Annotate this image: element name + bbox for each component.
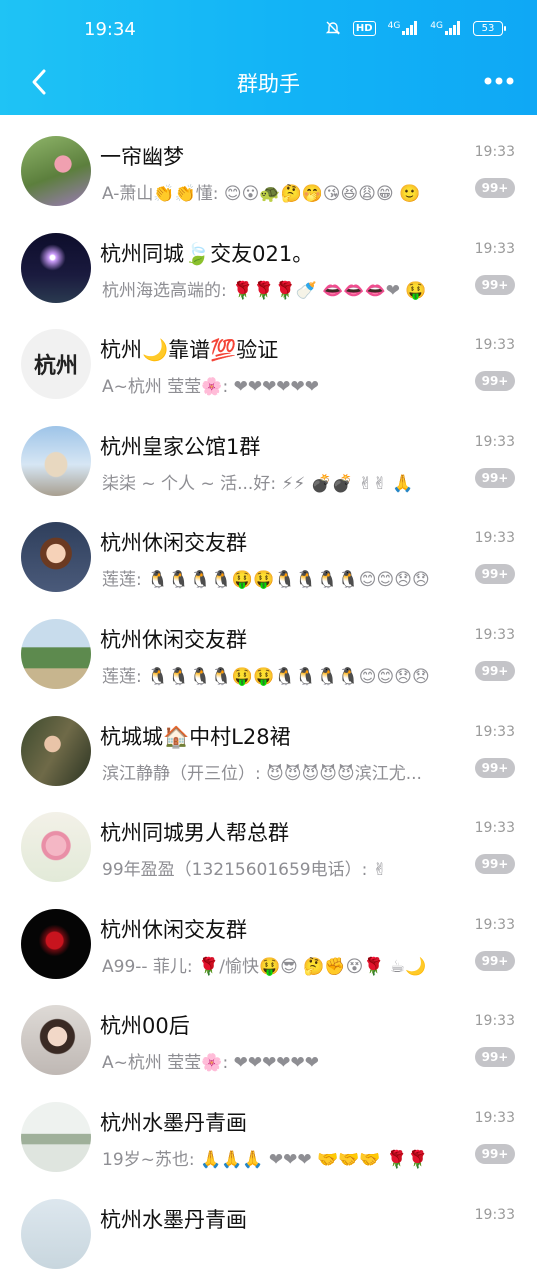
status-icons: HD 4G 4G 53 [325,20,506,36]
chat-preview: 滨江静静（开三位）: 😈😈😈😈😈滨江尤... [102,763,422,784]
chat-row[interactable]: 杭州 杭州🌙靠谱💯验证 A~杭州 莹莹🌸: ❤❤❤❤❤❤ 19:33 99+ [0,308,537,405]
signal-2: 4G [430,21,461,35]
network-type-2: 4G [430,21,443,31]
group-avatar [21,812,91,883]
chat-name: 杭州皇家公馆1群 [100,434,261,459]
chat-row[interactable]: 杭州水墨丹青画 19岁~苏也: 🙏🙏🙏 ❤❤❤ 🤝🤝🤝 🌹🌹 19:33 99+ [0,1081,537,1178]
chat-row[interactable]: 杭城城🏠中村L28裙 滨江静静（开三位）: 😈😈😈😈😈滨江尤... 19:33 … [0,695,537,792]
signal-bars-icon [445,21,460,35]
chat-preview: A~杭州 莹莹🌸: ❤❤❤❤❤❤ [102,377,320,398]
app-header: 19:34 HD 4G 4G 53 群助手 [0,0,537,115]
chat-row[interactable]: 杭州休闲交友群 莲莲: 🐧🐧🐧🐧🤑🤑🐧🐧🐧🐧😊😊😞😞 19:33 99+ [0,598,537,695]
status-time: 19:34 [84,19,136,40]
unread-badge: 99+ [475,274,515,295]
chat-time: 19:33 [474,433,515,450]
chat-time: 19:33 [474,1206,515,1223]
chat-preview: 杭州海选高端的: 🌹🌹🌹🍼 👄👄👄❤ 🤑 [102,280,427,301]
chat-name: 杭州同城男人帮总群 [100,821,289,846]
chat-time: 19:33 [474,626,515,643]
group-avatar [21,425,91,496]
group-avatar [21,522,91,593]
chat-preview: 莲莲: 🐧🐧🐧🐧🤑🤑🐧🐧🐧🐧😊😊😞😞 [102,666,430,687]
group-avatar: 杭州 [21,329,91,400]
chat-preview: A-萧山👏👏懂: 😊😮🐢🤔🤭😘😆😩😁 🙂 [102,184,421,204]
chat-time: 19:33 [474,144,515,160]
chat-name: 杭州同城🍃交友021。 [100,241,314,266]
more-dots-icon [484,77,514,85]
chat-row[interactable]: 杭州00后 A~杭州 莹莹🌸: ❤❤❤❤❤❤ 19:33 99+ [0,984,537,1081]
chat-time: 19:33 [474,1109,515,1126]
unread-badge: 99+ [475,371,515,392]
unread-badge: 99+ [475,1143,515,1164]
chat-preview: 99年盈盈（13215601659电话）: ✌ [102,860,387,881]
chat-time: 19:33 [474,820,515,837]
mute-bell-icon [325,21,341,35]
nav-bar: 群助手 [0,60,537,104]
page-title: 群助手 [237,72,300,96]
unread-badge: 99+ [475,757,515,778]
unread-badge: 99+ [475,178,515,198]
chat-preview: 莲莲: 🐧🐧🐧🐧🤑🤑🐧🐧🐧🐧😊😊😞😞 [102,570,430,591]
chat-name: 一帘幽梦 [100,145,184,169]
unread-badge: 99+ [475,1047,515,1068]
chat-name: 杭州休闲交友群 [100,531,247,556]
group-avatar [21,1005,91,1076]
chat-name: 杭州休闲交友群 [100,627,247,652]
calligraphy-logo: 杭州 [33,354,78,380]
group-avatar [21,618,91,689]
unread-badge: 99+ [475,950,515,971]
chat-row[interactable]: 杭州皇家公馆1群 柒柒 ~ 个人 ~ 活...好: ⚡⚡ 💣💣 ✌✌ 🙏 19:… [0,405,537,502]
group-avatar [21,1198,91,1269]
chat-time: 19:33 [474,530,515,547]
hd-badge: HD [352,20,376,36]
unread-badge: 99+ [475,564,515,585]
chat-row[interactable]: 杭州休闲交友群 莲莲: 🐧🐧🐧🐧🤑🤑🐧🐧🐧🐧😊😊😞😞 19:33 99+ [0,501,537,598]
chat-preview: 19岁~苏也: 🙏🙏🙏 ❤❤❤ 🤝🤝🤝 🌹🌹 [102,1149,429,1170]
chat-time: 19:33 [474,723,515,740]
unread-badge: 99+ [475,854,515,875]
chat-name: 杭州水墨丹青画 [100,1207,247,1232]
battery-icon: 53 [473,20,506,36]
chat-preview: A~杭州 莹莹🌸: ❤❤❤❤❤❤ [102,1053,320,1074]
signal-1: 4G [388,21,419,35]
more-button[interactable] [479,66,519,96]
chat-row[interactable]: 杭州同城🍃交友021。 杭州海选高端的: 🌹🌹🌹🍼 👄👄👄❤ 🤑 19:33 9… [0,212,537,309]
signal-bars-icon [402,21,418,35]
chat-row[interactable]: 杭州休闲交友群 A99-- 菲儿: 🌹/愉快🤑😎 🤔✊😵🌹 ☕🌙 19:33 9… [0,888,537,985]
status-bar: 19:34 HD 4G 4G 53 [0,14,537,46]
chat-time: 19:33 [474,1013,515,1030]
group-avatar [21,1101,91,1172]
group-avatar [21,232,91,303]
chat-name: 杭州00后 [100,1014,190,1039]
chat-name: 杭州🌙靠谱💯验证 [100,338,279,363]
chat-row[interactable]: 杭州同城男人帮总群 99年盈盈（13215601659电话）: ✌ 19:33 … [0,791,537,888]
unread-badge: 99+ [475,660,515,681]
chat-name: 杭州水墨丹青画 [100,1110,247,1135]
chat-name: 杭州休闲交友群 [100,917,247,942]
chat-time: 19:33 [474,337,515,354]
group-avatar [21,136,91,206]
chat-list: 一帘幽梦 A-萧山👏👏懂: 😊😮🐢🤔🤭😘😆😩😁 🙂 19:33 99+ 杭州同城… [0,115,537,1274]
chat-row[interactable]: 一帘幽梦 A-萧山👏👏懂: 😊😮🐢🤔🤭😘😆😩😁 🙂 19:33 99+ [0,115,537,212]
chat-preview: 柒柒 ~ 个人 ~ 活...好: ⚡⚡ 💣💣 ✌✌ 🙏 [102,473,414,494]
chat-row[interactable]: 杭州水墨丹青画 19:33 [0,1178,537,1274]
unread-badge: 99+ [475,467,515,488]
group-avatar [21,715,91,786]
chat-name: 杭城城🏠中村L28裙 [100,724,291,749]
group-avatar [21,908,91,979]
chat-preview: A99-- 菲儿: 🌹/愉快🤑😎 🤔✊😵🌹 ☕🌙 [102,956,427,977]
chat-time: 19:33 [474,240,515,257]
network-type-1: 4G [387,21,401,31]
chat-time: 19:33 [474,916,515,933]
